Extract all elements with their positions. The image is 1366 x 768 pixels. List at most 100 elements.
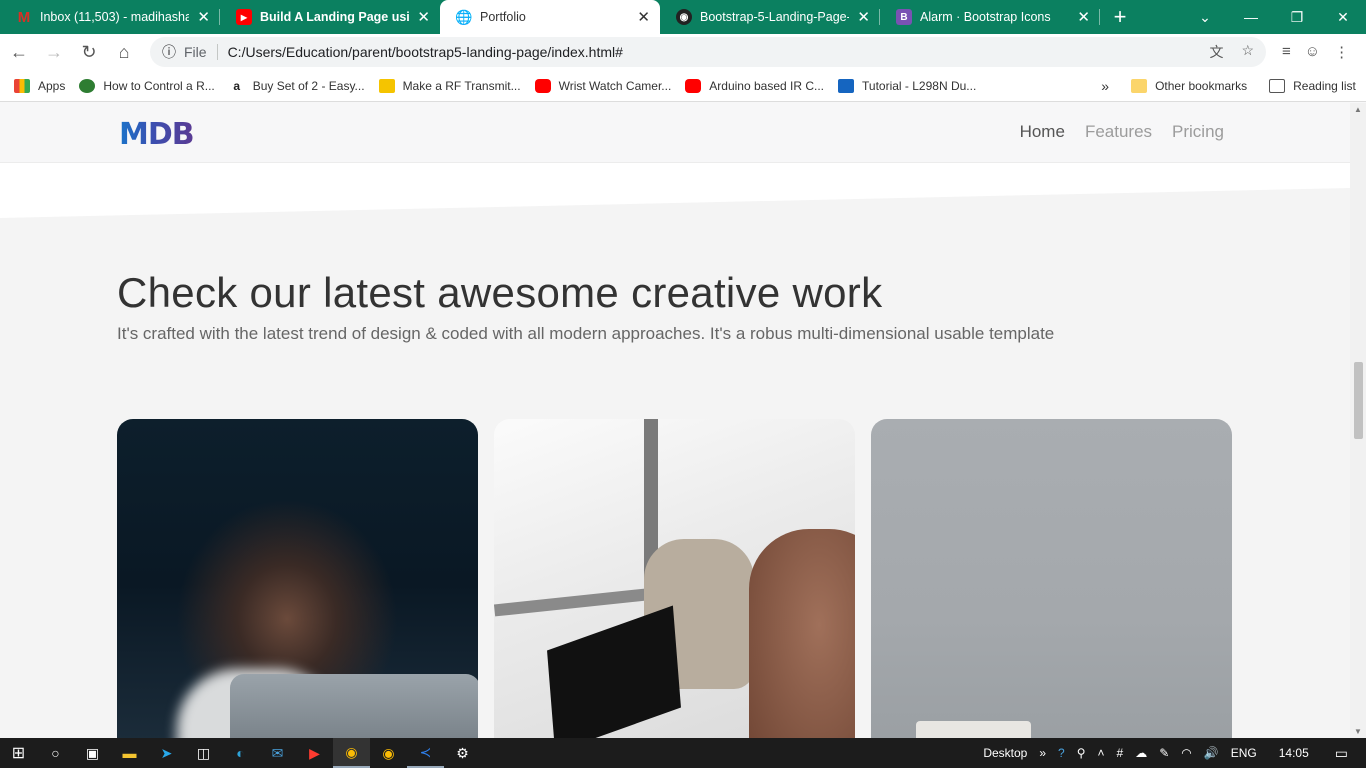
windows-start-icon[interactable]: ⊞ — [0, 738, 37, 768]
tutorial-icon — [838, 78, 855, 93]
edge-icon[interactable]: ◐ — [222, 738, 259, 768]
system-tray: Desktop » ? ⚲ ˄ # ☁ ✎ ◠ 🔊 ENG 14:05 ▭ — [983, 745, 1366, 762]
image-detail — [916, 721, 1031, 738]
tool-icon[interactable]: ✎ — [1159, 746, 1169, 760]
web-page: MDB Home Features Pricing Check our late… — [0, 103, 1350, 738]
tab-youtube[interactable]: ▶ Build A Landing Page using B ✕ — [220, 0, 440, 34]
youtube-icon — [685, 78, 702, 93]
vscode-icon[interactable]: ≺ — [407, 738, 444, 768]
more-toolbar-button[interactable]: » — [1039, 746, 1046, 760]
close-icon[interactable]: ✕ — [637, 8, 650, 26]
portfolio-card-image[interactable] — [494, 419, 855, 738]
chrome-icon[interactable]: ◉ — [370, 738, 407, 768]
bookmark-item[interactable]: Arduino based IR C... — [685, 78, 824, 93]
store-icon[interactable]: ◫ — [185, 738, 222, 768]
image-detail — [749, 529, 855, 738]
bookmark-item[interactable]: Make a RF Transmit... — [378, 78, 521, 93]
nav-home[interactable]: Home — [1020, 122, 1065, 142]
language-indicator[interactable]: ENG — [1231, 746, 1257, 760]
scrollbar-thumb[interactable] — [1354, 362, 1363, 439]
nav-features[interactable]: Features — [1085, 122, 1152, 142]
scroll-down-icon[interactable]: ▼ — [1354, 727, 1362, 736]
gmail-icon: M — [17, 8, 31, 26]
onedrive-cloud-icon[interactable]: ☁ — [1135, 746, 1147, 760]
chrome-icon[interactable]: ◉ — [333, 738, 370, 768]
browser-toolbar: ← → ↻ ⌂ ⓘ File C:/Users/Education/parent… — [0, 34, 1366, 70]
new-tab-button[interactable]: + — [1100, 0, 1140, 34]
more-bookmarks-button[interactable]: » — [1101, 78, 1109, 94]
youtube-icon — [534, 78, 551, 93]
menu-icon[interactable]: ⋮ — [1334, 43, 1349, 61]
clock[interactable]: 14:05 — [1279, 746, 1309, 760]
minimize-button[interactable]: — — [1228, 0, 1274, 34]
tab-title: Alarm · Bootstrap Icons — [920, 10, 1051, 24]
reading-list[interactable]: Reading list — [1269, 78, 1356, 93]
windows-taskbar: ⊞ ○ ▣ ▬ ➤ ◫ ◐ ✉ ▶ ◉ ◉ ≺ ⚙ Desktop » ? ⚲ … — [0, 738, 1366, 768]
section-heading: Check our latest awesome creative work — [117, 269, 883, 316]
robot-icon — [79, 78, 96, 93]
people-icon[interactable]: ⚲ — [1077, 746, 1086, 760]
desktop-toolbar-label[interactable]: Desktop — [983, 746, 1027, 760]
tab-portfolio[interactable]: 🌐 Portfolio ✕ — [440, 0, 660, 34]
close-window-button[interactable]: ✕ — [1320, 0, 1366, 34]
close-icon[interactable]: ✕ — [417, 8, 430, 26]
portfolio-card-image[interactable] — [871, 419, 1232, 738]
section-divider — [0, 188, 1350, 268]
apps-grid-icon — [14, 78, 30, 93]
restore-button[interactable]: ❐ — [1274, 0, 1320, 34]
page-scrollbar[interactable]: ▲ ▼ — [1350, 103, 1366, 738]
file-explorer-icon[interactable]: ▬ — [111, 738, 148, 768]
instructables-icon — [378, 78, 395, 93]
wifi-icon[interactable]: ◠ — [1181, 746, 1191, 760]
close-icon[interactable]: ✕ — [197, 8, 210, 26]
tab-title: Portfolio — [480, 10, 526, 24]
tab-gmail[interactable]: M Inbox (11,503) - madihashaik ✕ — [0, 0, 220, 34]
bookmarks-bar: Apps How to Control a R... a Buy Set of 2… — [0, 70, 1366, 102]
bookmark-apps[interactable]: Apps — [14, 78, 65, 93]
nav-pricing[interactable]: Pricing — [1172, 122, 1224, 142]
image-detail — [230, 674, 478, 738]
close-icon[interactable]: ✕ — [1077, 8, 1090, 26]
bootstrap-icon: B — [896, 9, 912, 25]
bookmark-item[interactable]: Tutorial - L298N Du... — [838, 78, 976, 93]
address-bar[interactable]: ⓘ File C:/Users/Education/parent/bootstr… — [150, 37, 1266, 67]
bookmark-star-icon[interactable]: ☆ — [1241, 42, 1254, 62]
image-detail — [547, 605, 681, 738]
tab-github[interactable]: ◉ Bootstrap-5-Landing-Page-Te ✕ — [660, 0, 880, 34]
back-icon[interactable]: ← — [3, 36, 35, 68]
translate-icon[interactable]: 文 — [1209, 42, 1223, 62]
globe-icon: 🌐 — [455, 8, 473, 25]
volume-icon[interactable]: 🔊 — [1204, 746, 1219, 760]
notifications-icon[interactable]: ▭ — [1335, 745, 1348, 762]
search-icon[interactable]: ○ — [37, 738, 74, 768]
reload-icon[interactable]: ↻ — [73, 36, 105, 68]
bookmark-item[interactable]: Wrist Watch Camer... — [534, 78, 671, 93]
telegram-icon[interactable]: ➤ — [148, 738, 185, 768]
task-view-icon[interactable]: ▣ — [74, 738, 111, 768]
tab-search-icon[interactable]: ⌄ — [1182, 0, 1228, 34]
profile-avatar[interactable]: ☺ — [1305, 43, 1320, 61]
portfolio-card-image[interactable] — [117, 419, 478, 738]
site-navbar: MDB Home Features Pricing — [0, 103, 1350, 162]
home-icon[interactable]: ⌂ — [108, 36, 140, 68]
url-text[interactable]: C:/Users/Education/parent/bootstrap5-lan… — [228, 44, 1210, 60]
mail-icon[interactable]: ✉ — [259, 738, 296, 768]
close-icon[interactable]: ✕ — [857, 8, 870, 26]
site-logo[interactable]: MDB — [119, 117, 195, 152]
media-control-icon[interactable]: ≡ — [1282, 43, 1291, 61]
forward-icon[interactable]: → — [38, 36, 70, 68]
bookmark-item[interactable]: a Buy Set of 2 - Easy... — [228, 78, 365, 93]
slack-icon[interactable]: # — [1117, 746, 1124, 760]
settings-gear-icon[interactable]: ⚙ — [444, 738, 481, 768]
github-icon: ◉ — [676, 9, 692, 25]
bookmark-item[interactable]: How to Control a R... — [79, 78, 215, 93]
tab-title: Inbox (11,503) - madihashaik — [40, 10, 190, 24]
other-bookmarks[interactable]: Other bookmarks — [1131, 78, 1247, 93]
tab-bootstrap-icons[interactable]: B Alarm · Bootstrap Icons ✕ — [880, 0, 1100, 34]
youtube-app-icon[interactable]: ▶ — [296, 738, 333, 768]
show-hidden-icons-icon[interactable]: ˄ — [1098, 746, 1105, 760]
info-icon[interactable]: ⓘ — [162, 42, 176, 62]
help-icon[interactable]: ? — [1058, 746, 1065, 760]
scroll-up-icon[interactable]: ▲ — [1354, 105, 1362, 114]
file-label: File — [184, 44, 207, 60]
